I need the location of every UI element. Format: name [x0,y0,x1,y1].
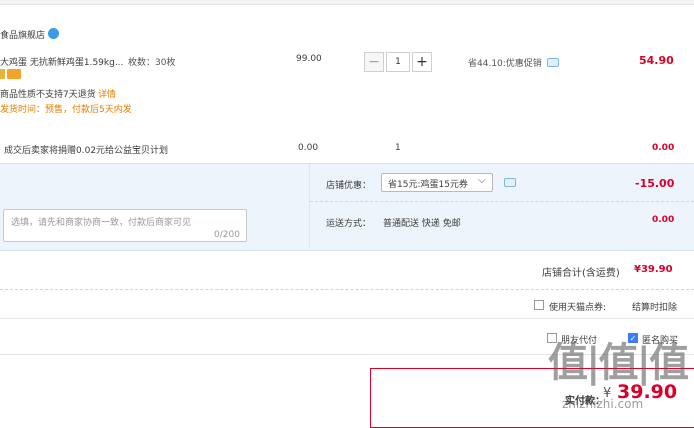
item-spec: 枚数：30枚 [128,58,176,68]
shop-total-value: ¥39.90 [634,264,673,275]
message-placeholder: 选填，请先和商家协商一致，付款后商家可见 [11,218,192,228]
increase-button[interactable]: + [412,52,432,72]
table-header-strip [0,0,694,5]
shop-total-label: 店铺合计(含运费) [542,268,620,279]
item-title[interactable]: 大鸡蛋 无抗新鲜鸡蛋1.59kg... [0,55,123,68]
shipping-label: 运送方式： [326,219,372,229]
charity-text: 成交后卖家将捐赠0.02元给公益宝贝计划 [4,146,169,156]
return-detail-link[interactable]: 详情 [98,87,116,100]
quantity-input[interactable]: 1 [386,52,410,72]
shop-badge-icon [48,28,59,39]
charity-subtotal: 0.00 [652,143,675,153]
coupon-selected: 省15元:鸡蛋15元券 [388,180,468,190]
card-icon [7,69,21,79]
coupon-amount: -15.00 [635,177,675,190]
unit-price: 99.00 [296,54,322,64]
shipping-method: 普通配送 快递 免邮 [383,219,461,229]
coupon-info-icon[interactable] [504,178,516,187]
return-note: 商品性质不支持7天退货 [0,90,96,100]
charity-quantity: 1 [395,143,401,153]
watermark-site: zhizhizhi.com [562,397,644,411]
points-note: 结算时扣除 [632,303,678,313]
decrease-button[interactable]: − [364,52,384,72]
buyer-message-input[interactable]: 选填，请先和商家协商一致，付款后商家可见 0/200 [3,209,247,242]
chevron-down-icon: ⌵ [478,175,486,186]
item-subtotal: 54.90 [639,54,674,67]
watermark-logo: 值|值|值 [548,339,689,386]
service-icon [0,69,5,79]
chat-icon[interactable] [547,58,559,67]
message-counter: 0/200 [214,230,240,240]
discount-note: 省44.10:优惠促销 [468,59,542,69]
shop-name[interactable]: 食品旗舰店 [0,28,45,41]
points-divider [0,318,694,319]
charity-price: 0.00 [298,143,319,153]
points-label: 使用天猫点券: [549,303,607,313]
ship-note: 发货时间：预售，付款后5天内发 [0,105,132,115]
shipping-fee: 0.00 [652,215,675,225]
panel-row-divider [310,201,694,202]
coupon-select[interactable]: 省15元:鸡蛋15元券 ⌵ [381,173,493,192]
coupon-label: 店铺优惠： [326,181,372,191]
quantity-stepper: − 1 + [364,52,432,72]
panel-divider [309,164,310,249]
points-checkbox[interactable] [534,300,544,310]
total-divider [0,289,694,290]
